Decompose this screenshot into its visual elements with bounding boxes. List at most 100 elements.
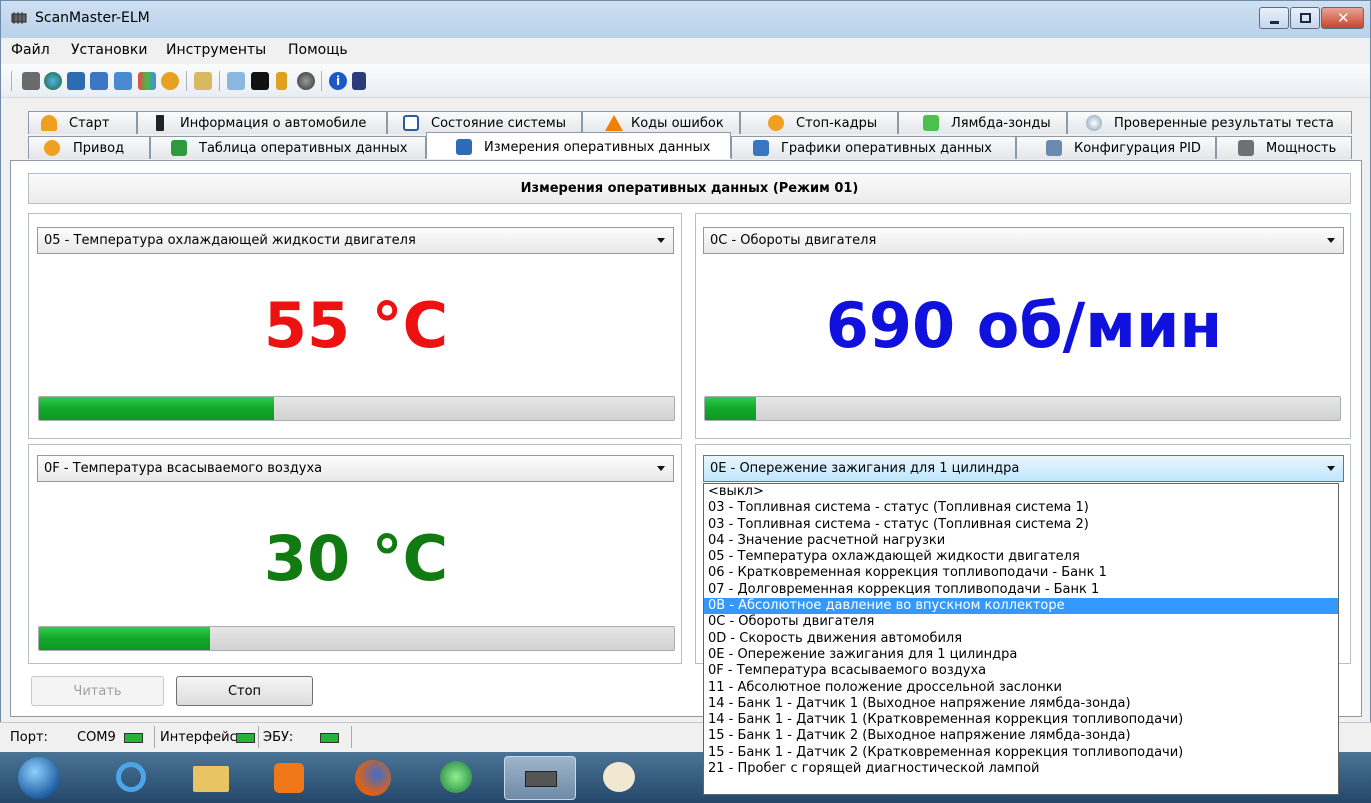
dropdown-option[interactable]: 0F - Температура всасываемого воздуха <box>704 663 1338 679</box>
media-player-icon[interactable] <box>258 756 320 800</box>
tab-power[interactable]: Мощность <box>1216 136 1352 159</box>
gauge-bar-fill <box>39 397 274 420</box>
config-icon <box>1046 140 1062 156</box>
folder-icon[interactable] <box>180 756 242 800</box>
title-bar: ScanMaster-ELM ✕ <box>1 1 1370 38</box>
dropdown-option[interactable]: 0E - Опережение зажигания для 1 цилиндра <box>704 647 1338 663</box>
gauge-panel-3: 0F - Температура всасываемого воздуха 30… <box>28 444 682 664</box>
menu-tools[interactable]: Инструменты <box>166 42 266 58</box>
tab-live-data-graphs[interactable]: Графики оперативных данных <box>731 136 1016 159</box>
firefox-icon[interactable] <box>342 756 404 800</box>
dropdown-option[interactable]: 15 - Банк 1 - Датчик 2 (Кратковременная … <box>704 745 1338 761</box>
info-icon[interactable]: i <box>329 72 347 90</box>
read-button[interactable]: Читать <box>31 676 164 706</box>
tab-live-data-measure[interactable]: Измерения оперативных данных <box>426 132 731 159</box>
interface-led <box>236 733 255 743</box>
tab-start[interactable]: Старт <box>28 111 137 134</box>
minimize-button[interactable] <box>1259 7 1289 29</box>
ie-icon[interactable] <box>100 756 162 800</box>
paint-icon[interactable] <box>588 756 650 800</box>
dropdown-option[interactable]: 14 - Банк 1 - Датчик 1 (Кратковременная … <box>704 712 1338 728</box>
tab-pid-config[interactable]: Конфигурация PID <box>1016 136 1216 159</box>
battery-icon[interactable] <box>276 72 287 90</box>
maximize-button[interactable] <box>1290 7 1320 29</box>
chart-icon[interactable] <box>114 72 132 90</box>
chevron-down-icon <box>657 238 665 243</box>
lambda-icon[interactable] <box>138 72 156 90</box>
gauge-value-1: 55 °C <box>263 289 449 362</box>
window-title: ScanMaster-ELM <box>35 10 150 26</box>
close-button[interactable]: ✕ <box>1321 7 1364 29</box>
tab-label: Графики оперативных данных <box>781 141 992 156</box>
network-icon[interactable] <box>425 756 487 800</box>
dropdown-option[interactable]: 05 - Температура охлаждающей жидкости дв… <box>704 549 1338 565</box>
table-icon <box>456 139 472 155</box>
gauge-bar-3 <box>38 626 675 651</box>
tab-lambda[interactable]: Лямбда-зонды <box>898 111 1067 134</box>
app-chip-icon <box>11 12 27 24</box>
exit-icon[interactable] <box>352 72 366 90</box>
tab-drive[interactable]: Привод <box>28 136 150 159</box>
menu-help[interactable]: Помощь <box>288 42 348 58</box>
tab-system-status[interactable]: Состояние системы <box>387 111 582 134</box>
document-icon[interactable] <box>67 72 85 90</box>
terminal-icon[interactable] <box>251 72 269 90</box>
dropdown-option[interactable]: 03 - Топливная система - статус (Топливн… <box>704 500 1338 516</box>
globe-icon[interactable] <box>44 72 62 90</box>
dropdown-option[interactable]: 0C - Обороты двигателя <box>704 614 1338 630</box>
drive-icon[interactable] <box>161 72 179 90</box>
dropdown-option[interactable]: 06 - Кратковременная коррекция топливопо… <box>704 565 1338 581</box>
tab-label: Привод <box>73 141 125 156</box>
start-button[interactable] <box>6 756 82 800</box>
menu-bar: Файл Установки Инструменты Помощь <box>1 38 1370 64</box>
dropdown-option[interactable]: 15 - Банк 1 - Датчик 2 (Выходное напряже… <box>704 728 1338 744</box>
home-icon <box>41 115 57 131</box>
pid-select-4[interactable]: 0E - Опережение зажигания для 1 цилиндра <box>703 455 1344 482</box>
gauge-value-2: 690 об/мин <box>825 289 1223 362</box>
menu-settings[interactable]: Установки <box>71 42 148 58</box>
pid-dropdown-list[interactable]: <выкл> 03 - Топливная система - статус (Т… <box>703 483 1339 795</box>
connect-icon[interactable] <box>22 72 40 90</box>
pid-select-3[interactable]: 0F - Температура всасываемого воздуха <box>37 455 674 482</box>
page-title: Измерения оперативных данных (Режим 01) <box>28 173 1351 204</box>
menu-file[interactable]: Файл <box>11 42 50 58</box>
record-icon[interactable] <box>297 72 315 90</box>
pid-select-value: 0F - Температура всасываемого воздуха <box>44 461 323 476</box>
chevron-down-icon <box>1327 466 1335 471</box>
tab-test-results[interactable]: Проверенные результаты теста <box>1067 111 1352 134</box>
tab-live-data-table[interactable]: Таблица оперативных данных <box>150 136 426 159</box>
drive-icon <box>44 140 60 156</box>
tab-vehicle-info[interactable]: Информация о автомобиле <box>137 111 387 134</box>
clipboard-icon[interactable] <box>194 72 212 90</box>
port-label: Порт: <box>10 730 48 745</box>
scanmaster-taskbar-icon[interactable] <box>504 756 576 800</box>
gauge-bar-fill <box>39 627 211 650</box>
stop-button[interactable]: Стоп <box>176 676 313 706</box>
pid-select-value: 0C - Обороты двигателя <box>710 233 877 248</box>
chat-icon[interactable] <box>227 72 245 90</box>
table-icon <box>171 140 187 156</box>
gauge-panel-1: 05 - Температура охлаждающей жидкости дв… <box>28 213 682 439</box>
freeze-icon <box>768 115 784 131</box>
port-led <box>124 733 143 743</box>
dropdown-option[interactable]: 03 - Топливная система - статус (Топливн… <box>704 517 1338 533</box>
dropdown-option[interactable]: 14 - Банк 1 - Датчик 1 (Выходное напряже… <box>704 696 1338 712</box>
dropdown-option[interactable]: 0B - Абсолютное давление во впускном кол… <box>704 598 1338 615</box>
warning-icon <box>605 115 623 131</box>
tab-label: Мощность <box>1266 141 1337 156</box>
gear-icon <box>1086 115 1102 131</box>
tab-error-codes[interactable]: Коды ошибок <box>582 111 740 134</box>
dropdown-option[interactable]: 21 - Пробег с горящей диагностической ла… <box>704 761 1338 777</box>
table-icon[interactable] <box>90 72 108 90</box>
dropdown-option[interactable]: 07 - Долговременная коррекция топливопод… <box>704 582 1338 598</box>
tab-freeze-frames[interactable]: Стоп-кадры <box>740 111 898 134</box>
toolbar: i <box>1 64 1370 98</box>
chip-icon <box>1238 140 1254 156</box>
dropdown-option[interactable]: <выкл> <box>704 484 1338 500</box>
dropdown-option[interactable]: 04 - Значение расчетной нагрузки <box>704 533 1338 549</box>
dropdown-option[interactable]: 11 - Абсолютное положение дроссельной за… <box>704 680 1338 696</box>
dropdown-option[interactable]: 0D - Скорость движения автомобиля <box>704 631 1338 647</box>
pid-select-1[interactable]: 05 - Температура охлаждающей жидкости дв… <box>37 227 674 254</box>
pid-select-2[interactable]: 0C - Обороты двигателя <box>703 227 1344 254</box>
info-icon <box>156 115 164 131</box>
